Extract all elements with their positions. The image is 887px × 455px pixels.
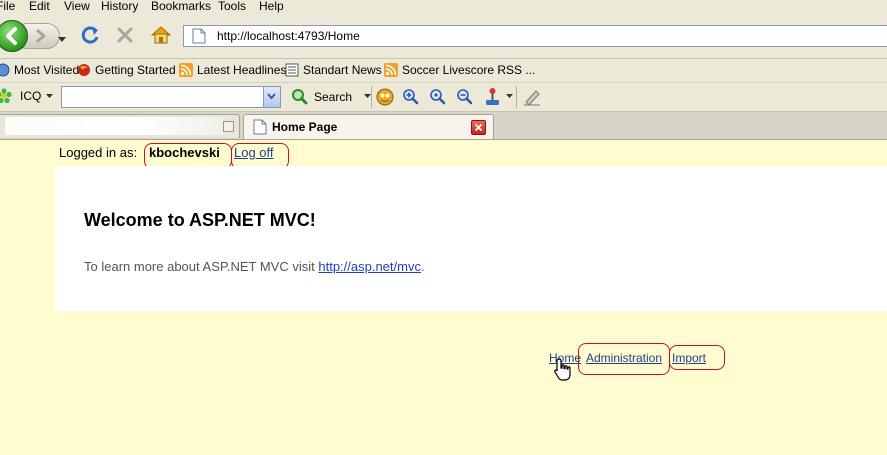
page-icon [253, 119, 267, 135]
icq-flower-icon [0, 88, 12, 104]
menu-edit[interactable]: Edit [29, 0, 50, 13]
menu-tools[interactable]: Tools [218, 0, 246, 13]
forward-button[interactable] [33, 28, 49, 47]
tab-bar: Home Page [0, 112, 887, 140]
navigation-toolbar: http://localhost:4793/Home [0, 15, 887, 59]
back-button[interactable] [0, 20, 28, 52]
firefox-logo-icon [78, 64, 90, 76]
bookmarks-toolbar: Most Visited Getting Started Latest Head… [0, 59, 887, 83]
page-heading: Welcome to ASP.NET MVC! [84, 210, 316, 230]
chevron-down-icon [58, 37, 66, 42]
annotation-ring-import [669, 345, 725, 370]
chevron-down-icon [46, 93, 54, 98]
bookmark-standart-news[interactable]: Standart News [285, 62, 382, 78]
annotation-ring-administration [578, 343, 670, 375]
people-icon [376, 88, 394, 106]
chevron-down-icon [364, 94, 372, 98]
search-button[interactable]: Search [291, 88, 372, 105]
menu-history[interactable]: History [101, 0, 138, 13]
zoom-in-button[interactable] [402, 88, 419, 108]
main-content-panel: Welcome to ASP.NET MVC! To learn more ab… [55, 166, 887, 311]
intro-paragraph: To learn more about ASP.NET MVC visit ht… [84, 259, 425, 274]
bookmark-label: Getting Started [95, 63, 176, 77]
zoom-in-icon [403, 89, 419, 105]
hand-pointer-icon [554, 358, 571, 381]
tab-close-icon[interactable] [223, 121, 234, 132]
home-icon [150, 26, 172, 44]
search-label: Search [314, 89, 353, 104]
highlight-button[interactable] [523, 88, 541, 109]
icq-toolbar: ICQ Search [0, 83, 887, 112]
page-icon [192, 28, 206, 44]
back-arrow-icon [6, 27, 17, 45]
forward-arrow-icon [36, 29, 46, 43]
rss-feed-icon [384, 63, 398, 77]
tab-close-button[interactable] [471, 120, 486, 135]
menu-bar: File Edit View History Bookmarks Tools H… [0, 0, 887, 15]
reload-button[interactable] [79, 24, 101, 49]
joystick-icon [486, 88, 499, 105]
bookmark-label: Standart News [303, 63, 382, 77]
tab-home-page[interactable]: Home Page [243, 114, 494, 139]
game-button[interactable] [484, 87, 513, 106]
history-dropdown-button[interactable] [58, 32, 66, 46]
search-input[interactable] [61, 86, 281, 108]
stop-icon [117, 27, 133, 43]
aspnet-mvc-link[interactable]: http://asp.net/mvc [318, 259, 421, 274]
pencil-icon [524, 90, 540, 106]
bookmark-most-visited[interactable]: Most Visited [0, 62, 79, 78]
search-icon [292, 89, 308, 105]
tab-title-redacted [5, 117, 225, 135]
icq-label: ICQ [20, 89, 42, 103]
globe-icon [0, 63, 10, 77]
zoom-out-button[interactable] [456, 88, 473, 108]
bookmark-soccer-livescore[interactable]: Soccer Livescore RSS ... [384, 62, 535, 78]
close-icon [474, 123, 483, 132]
reload-icon [81, 26, 99, 44]
url-bar[interactable]: http://localhost:4793/Home [183, 25, 887, 47]
toolbar-divider [516, 86, 517, 108]
stop-button[interactable] [115, 25, 135, 48]
url-text: http://localhost:4793/Home [217, 29, 360, 43]
menu-file[interactable]: File [0, 0, 15, 13]
search-dropdown-button[interactable] [263, 87, 280, 107]
zoom-reset-icon [430, 89, 446, 105]
intro-period: . [420, 259, 425, 274]
intro-text: To learn more about ASP.NET MVC visit [84, 259, 315, 274]
bookmark-label: Soccer Livescore RSS ... [402, 63, 536, 77]
menu-view[interactable]: View [64, 0, 90, 13]
bookmark-label: Latest Headlines [197, 63, 287, 77]
zoom-reset-button[interactable] [429, 88, 446, 108]
chevron-down-icon [506, 94, 513, 98]
menu-help[interactable]: Help [259, 0, 284, 13]
bookmark-latest-headlines[interactable]: Latest Headlines [179, 62, 286, 78]
zoom-out-icon [457, 89, 473, 105]
login-prefix: Logged in as: [59, 145, 138, 160]
bookmark-label: Most Visited [14, 63, 80, 77]
chevron-down-icon [267, 93, 276, 100]
people-button[interactable] [376, 88, 394, 109]
news-page-icon [285, 63, 299, 77]
tab-active-title: Home Page [272, 120, 338, 134]
bookmark-getting-started[interactable]: Getting Started [77, 62, 176, 78]
icq-button[interactable]: ICQ [0, 88, 54, 104]
rss-feed-icon [179, 63, 193, 77]
menu-bookmarks[interactable]: Bookmarks [151, 0, 211, 13]
home-button[interactable] [150, 24, 172, 49]
tab-inactive[interactable] [0, 114, 240, 138]
toolbar-divider [371, 86, 372, 108]
